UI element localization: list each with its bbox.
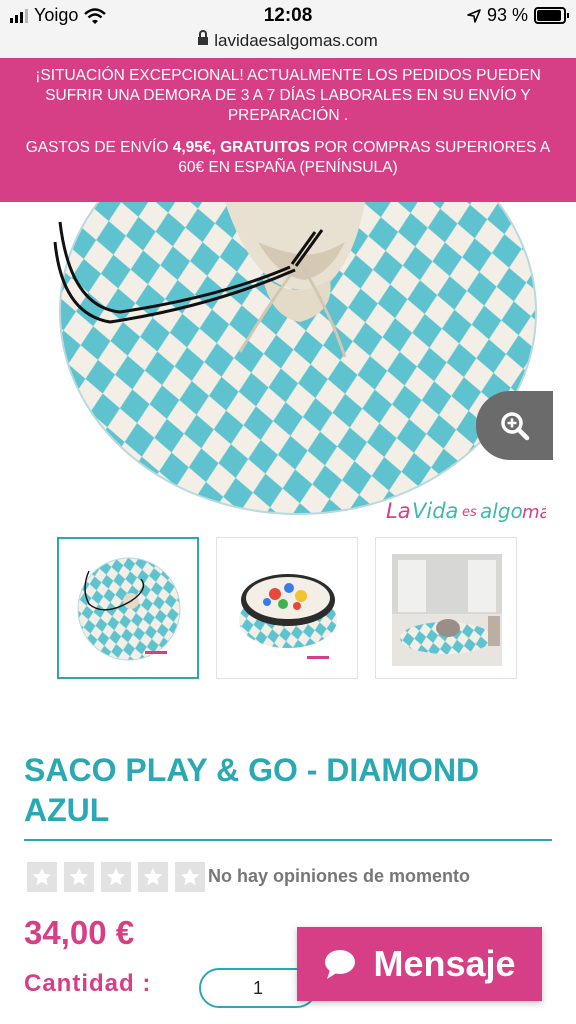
battery-icon: [534, 7, 569, 24]
quantity-label: Cantidad :: [24, 970, 152, 997]
thumbnail-1-image: [77, 557, 181, 661]
product-title: SACO PLAY & GO - DIAMOND AZUL: [24, 752, 480, 828]
svg-text:Vida: Vida: [412, 499, 458, 523]
banner-notice: ¡SITUACIÓN EXCEPCIONAL! ACTUALMENTE LOS …: [35, 67, 541, 124]
svg-text:algo: algo: [480, 499, 523, 523]
location-arrow-icon: [467, 8, 481, 23]
status-bar: Yoigo 12:08 93 %: [0, 0, 576, 30]
chat-message-button[interactable]: Mensaje: [297, 927, 542, 1001]
thumbnail-3-image: [392, 554, 502, 666]
thumbnail-1[interactable]: [57, 537, 199, 679]
rating-stars: [27, 862, 205, 892]
star-icon: [175, 862, 205, 892]
shipping-prefix: GASTOS DE ENVÍO: [25, 139, 173, 156]
thumbnail-2-image: [239, 574, 337, 659]
star-icon: [64, 862, 94, 892]
thumbnail-3[interactable]: [375, 537, 517, 679]
title-divider: [24, 839, 552, 841]
brand-logo: La Vida es algo más: [386, 494, 560, 526]
banner-shipping: GASTOS DE ENVÍO 4,95€, GRATUITOS POR COM…: [14, 138, 562, 178]
address-bar[interactable]: lavidaesalgomas.com: [0, 30, 576, 58]
svg-text:La: La: [386, 499, 411, 523]
zoom-in-icon: [500, 411, 529, 440]
status-right: 93 %: [467, 5, 569, 26]
product-price: 34,00 €: [24, 914, 135, 951]
zoom-button[interactable]: [476, 391, 553, 460]
star-icon: [27, 862, 57, 892]
playmat-photo: [53, 202, 537, 515]
shipping-cost: 4,95€, GRATUITOS: [172, 139, 310, 156]
lock-icon: [198, 30, 209, 45]
star-icon: [101, 862, 131, 892]
svg-text:es: es: [462, 505, 477, 520]
announcement-banner: ¡SITUACIÓN EXCEPCIONAL! ACTUALMENTE LOS …: [0, 58, 576, 202]
battery-percent: 93 %: [486, 5, 528, 25]
product-main-image[interactable]: [0, 202, 576, 532]
chat-bubble-icon: [325, 950, 356, 979]
svg-text:más: más: [522, 502, 546, 523]
url-text: lavidaesalgomas.com: [214, 31, 378, 50]
thumbnail-2[interactable]: [216, 537, 358, 679]
reviews-text: No hay opiniones de momento: [208, 866, 471, 886]
chat-label: Mensaje: [373, 943, 516, 984]
star-icon: [138, 862, 168, 892]
brand-logo-art: La Vida es algo más: [386, 499, 560, 523]
